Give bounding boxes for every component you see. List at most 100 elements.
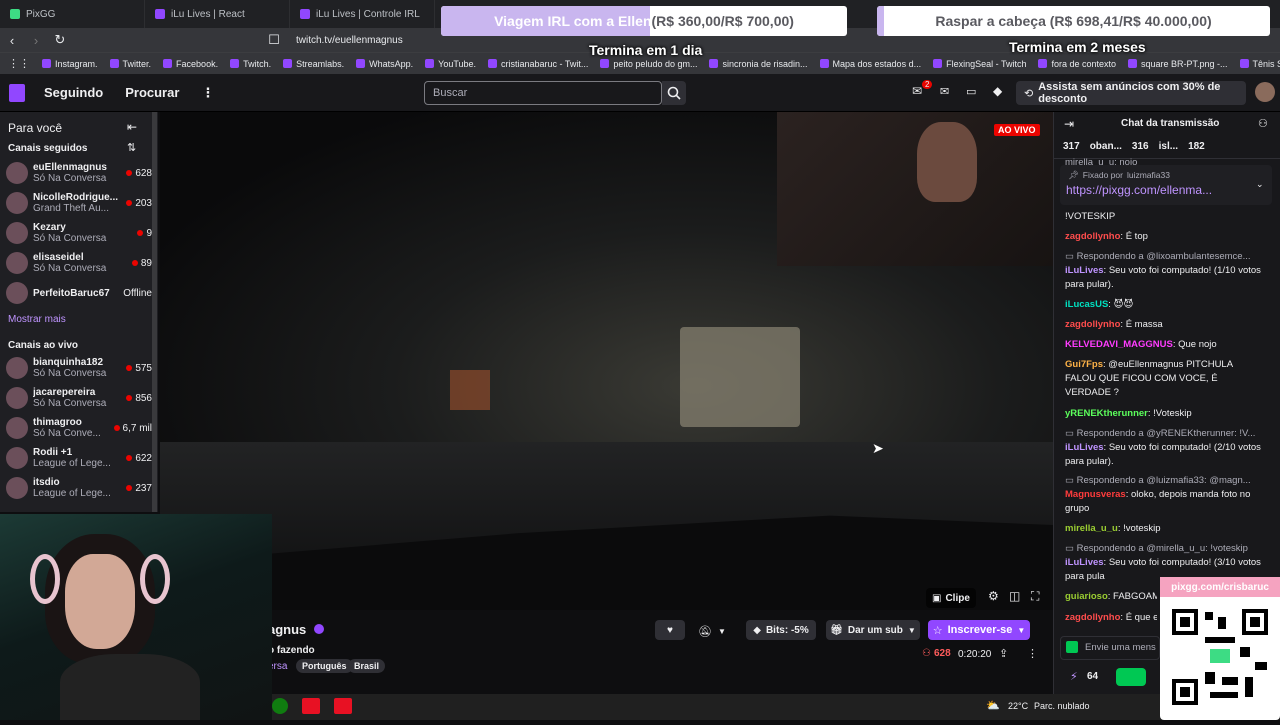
bookmark-item[interactable]: fora de contexto	[1038, 59, 1116, 69]
bookmark-item[interactable]: Tênis Samba OG -...	[1239, 59, 1280, 69]
bookmark-item[interactable]: YouTube.	[425, 59, 476, 69]
sidebar-channel[interactable]: Rodii +1 League of Lege... 622	[0, 443, 158, 473]
chat-username[interactable]: guiarioso	[1065, 591, 1108, 602]
whispers-icon[interactable]: ▭	[966, 85, 976, 98]
channel-name[interactable]: agnus	[268, 622, 306, 637]
sort-icon[interactable]: ⇅	[127, 141, 136, 154]
nav-browse[interactable]: Procurar	[125, 85, 179, 100]
chat-message[interactable]: KELVEDAVI_MAGGNUS: Que nojo	[1065, 338, 1265, 352]
chat-message[interactable]: mirella_u_u: !voteskip	[1065, 522, 1265, 536]
notifications-toggle[interactable]: 🔕︎ ▼	[698, 621, 740, 641]
chat-username[interactable]: Magnusveras	[1065, 489, 1126, 500]
emote-badge-icon[interactable]	[1066, 641, 1078, 653]
browser-tab[interactable]: iLu Lives | Controle IRL	[290, 0, 435, 28]
bookmark-item[interactable]: Mapa dos estados d...	[819, 59, 921, 69]
ad-free-promo-button[interactable]: ⟲ Assista sem anúncios com 30% de descon…	[1016, 81, 1246, 105]
browser-tab[interactable]: iLu Lives | React	[145, 0, 290, 28]
bookmark-item[interactable]: sincronia de risadin...	[709, 59, 808, 69]
channel-points-icon[interactable]: ⚡	[1070, 670, 1078, 683]
bookmark-item[interactable]: FlexingSeal - Twitch	[933, 59, 1026, 69]
gift-sub-button[interactable]: 🎁︎ Dar um sub ▼	[826, 620, 920, 640]
inbox-icon[interactable]: ✉	[940, 85, 949, 98]
more-menu-icon[interactable]: ⋮	[201, 85, 214, 101]
prime-loot-icon[interactable]: ✉	[912, 84, 922, 98]
chat-username[interactable]: Gui7Fps	[1065, 359, 1103, 370]
clip-button[interactable]: ▣ Clipe	[926, 588, 976, 608]
bookmark-item[interactable]: Facebook.	[163, 59, 218, 69]
fullscreen-icon[interactable]: ⛶	[1031, 589, 1039, 604]
chat-message[interactable]: zagdollynho: É top	[1065, 230, 1265, 244]
chat-message[interactable]: zagdollynho: É massa	[1065, 318, 1265, 332]
bookmark-item[interactable]: square BR-PT.png -...	[1128, 59, 1228, 69]
chat-message[interactable]: Gui7Fps: @euEllenmagnus PITCHULA FALOU Q…	[1065, 358, 1265, 400]
chat-username[interactable]: iLucasUS	[1065, 299, 1108, 310]
claim-points-button[interactable]	[1116, 668, 1146, 686]
reload-icon[interactable]: ↻	[48, 32, 72, 48]
chat-message[interactable]: guiarioso: FABGOAM	[1065, 590, 1157, 604]
bookmark-item[interactable]: Instagram.	[42, 59, 98, 69]
chat-users-icon[interactable]: ⚇	[1258, 117, 1268, 130]
chat-username[interactable]: iLuLives	[1065, 557, 1104, 568]
chat-message[interactable]: !VOTESKIP	[1065, 210, 1265, 224]
bookmark-item[interactable]: cristianabaruc - Twit...	[488, 59, 588, 69]
chat-message[interactable]: iLucasUS: 😈😈	[1065, 298, 1265, 312]
show-more-link[interactable]: Mostrar mais	[8, 314, 66, 325]
chat-message[interactable]: Magnusveras: oloko, depois manda foto no…	[1065, 488, 1265, 516]
chat-username[interactable]: zagdollynho	[1065, 231, 1120, 242]
sidebar-channel[interactable]: PerfeitoBaruc67 Offline	[0, 278, 158, 308]
forward-icon[interactable]: ›	[24, 33, 48, 48]
chat-message[interactable]: zagdollynho: É que e	[1065, 611, 1157, 625]
chat-username[interactable]: zagdollynho	[1065, 612, 1120, 623]
taskbar-app-icon[interactable]	[334, 698, 352, 714]
bookmark-item[interactable]: peito peludo do gm...	[600, 59, 697, 69]
bits-icon[interactable]: ◆	[993, 84, 1002, 98]
subscribe-button[interactable]: ☆ Inscrever-se ▼	[928, 620, 1030, 640]
browser-tab[interactable]: PixGG	[0, 0, 145, 28]
bookmark-star-icon[interactable]: ☐	[262, 32, 286, 48]
chat-username[interactable]: KELVEDAVI_MAGGNUS	[1065, 339, 1173, 350]
tag-brasil[interactable]: Brasil	[348, 659, 386, 673]
sidebar-scrollbar[interactable]	[152, 112, 157, 512]
sidebar-channel[interactable]: Kezary Só Na Conversa 9	[0, 218, 158, 248]
more-options-icon[interactable]: ⋮	[1027, 647, 1038, 660]
chat-username[interactable]: zagdollynho	[1065, 319, 1120, 330]
chat-username[interactable]: mirella_u_u	[1065, 523, 1118, 534]
settings-gear-icon[interactable]: ⚙	[988, 589, 999, 603]
sidebar-channel[interactable]: NicolleRodrigue... Grand Theft Au... 203	[0, 188, 158, 218]
twitch-logo-icon[interactable]	[0, 74, 34, 112]
share-icon[interactable]: ⇪	[999, 647, 1008, 660]
search-input[interactable]: Buscar	[424, 81, 662, 105]
bookmark-item[interactable]: Twitter.	[109, 59, 151, 69]
chat-username[interactable]: iLuLives	[1065, 265, 1104, 276]
sidebar-channel[interactable]: jacarepereira Só Na Conversa 856	[0, 383, 158, 413]
pinned-message[interactable]: 📌︎ Fixado por luizmafia33 https://pixgg.…	[1060, 165, 1272, 205]
chat-message[interactable]: iLuLives: Seu voto foi computado! (2/10 …	[1065, 441, 1265, 469]
pinned-link[interactable]: https://pixgg.com/ellenma...	[1066, 183, 1212, 197]
sidebar-channel[interactable]: bianquinha182 Só Na Conversa 575	[0, 353, 158, 383]
search-button[interactable]	[662, 81, 686, 105]
chat-username[interactable]: yRENEKtherunner	[1065, 408, 1148, 419]
sidebar-channel[interactable]: itsdio League of Lege... 237	[0, 473, 158, 503]
url-field[interactable]: twitch.tv/euellenmagnus	[296, 35, 403, 46]
bits-button[interactable]: ◆ Bits: -5%	[746, 620, 816, 640]
follow-heart-button[interactable]: ♥	[655, 620, 685, 640]
bookmark-item[interactable]: WhatsApp.	[356, 59, 413, 69]
chat-message[interactable]: iLuLives: Seu voto foi computado! (1/10 …	[1065, 264, 1265, 292]
bookmark-item[interactable]: Twitch.	[230, 59, 271, 69]
sidebar-channel[interactable]: elisaseidel Só Na Conversa 89	[0, 248, 158, 278]
back-icon[interactable]: ‹	[0, 33, 24, 48]
tag-portugues[interactable]: Português	[296, 659, 353, 673]
chevron-down-icon[interactable]: ⌄	[1256, 179, 1264, 190]
sidebar-channel[interactable]: thimagroo Só Na Conve... 6,7 mil	[0, 413, 158, 443]
user-avatar[interactable]	[1255, 82, 1275, 102]
taskbar-app-icon[interactable]	[302, 698, 320, 714]
xbox-icon[interactable]	[272, 698, 288, 714]
collapse-sidebar-icon[interactable]: ⇤	[127, 120, 137, 134]
chat-username[interactable]: iLuLives	[1065, 442, 1104, 453]
bookmark-item[interactable]: Streamlabs.	[283, 59, 344, 69]
apps-grid-icon[interactable]: ⋮⋮	[8, 57, 30, 70]
collapse-chat-icon[interactable]: ⇥	[1064, 117, 1074, 131]
theatre-mode-icon[interactable]: ◫	[1009, 589, 1020, 603]
nav-following[interactable]: Seguindo	[44, 85, 103, 100]
sidebar-channel[interactable]: euEllenmagnus Só Na Conversa 628	[0, 158, 158, 188]
